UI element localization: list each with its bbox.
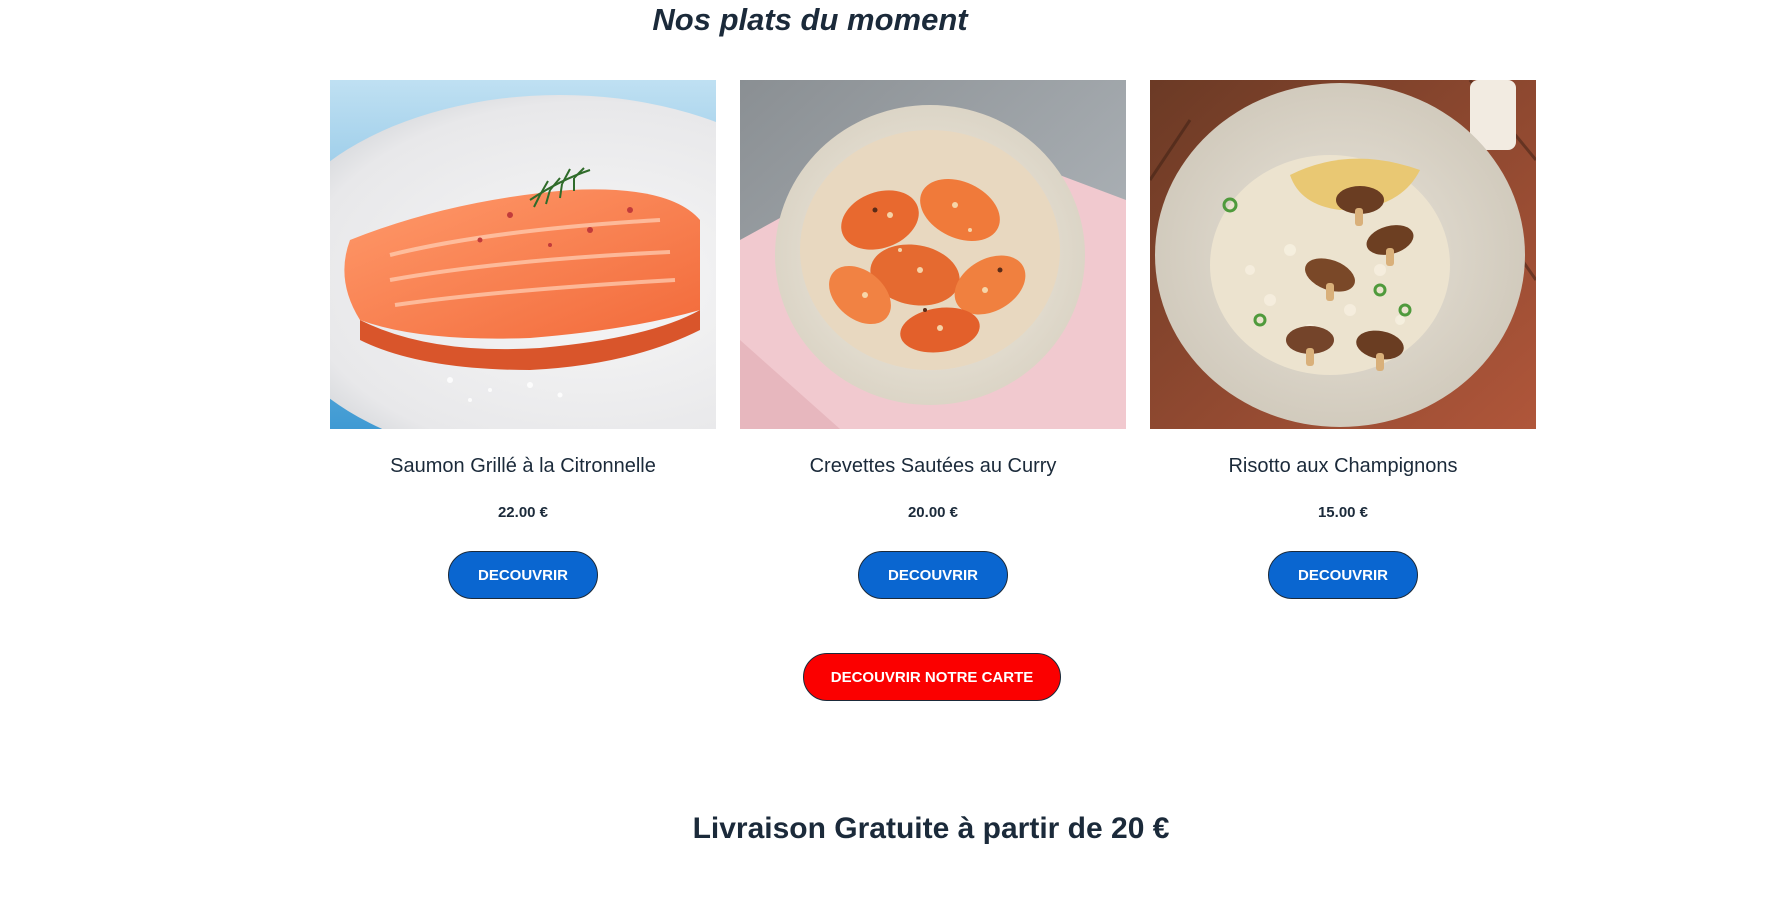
section-title: Nos plats du moment [652,2,968,37]
discover-button[interactable]: DECOUVRIR [858,551,1008,599]
page: Nos plats du moment Saumon Grillé à la C… [0,0,1792,915]
free-delivery-banner: Livraison Gratuite à partir de 20 € [692,812,1170,845]
dish-price: 22.00 € [497,504,549,521]
discover-button[interactable]: DECOUVRIR [1268,551,1418,599]
dish-name: Crevettes Sautées au Curry [809,455,1057,477]
dish-card: Risotto aux Champignons 15.00 € DECOUVRI… [1150,80,1536,599]
dish-price: 15.00 € [1317,504,1369,521]
dish-name: Saumon Grillé à la Citronnelle [390,455,656,477]
dish-card: Saumon Grillé à la Citronnelle 22.00 € D… [330,80,716,599]
dish-image-risotto [1150,80,1536,429]
dish-name: Risotto aux Champignons [1228,455,1458,477]
dish-price: 20.00 € [907,504,959,521]
discover-menu-button[interactable]: DECOUVRIR NOTRE CARTE [803,653,1061,701]
dish-card: Crevettes Sautées au Curry 20.00 € DECOU… [740,80,1126,599]
dish-cards: Saumon Grillé à la Citronnelle 22.00 € D… [330,80,1536,599]
dish-image-shrimp [740,80,1126,429]
dish-image-salmon [330,80,716,429]
discover-button[interactable]: DECOUVRIR [448,551,598,599]
